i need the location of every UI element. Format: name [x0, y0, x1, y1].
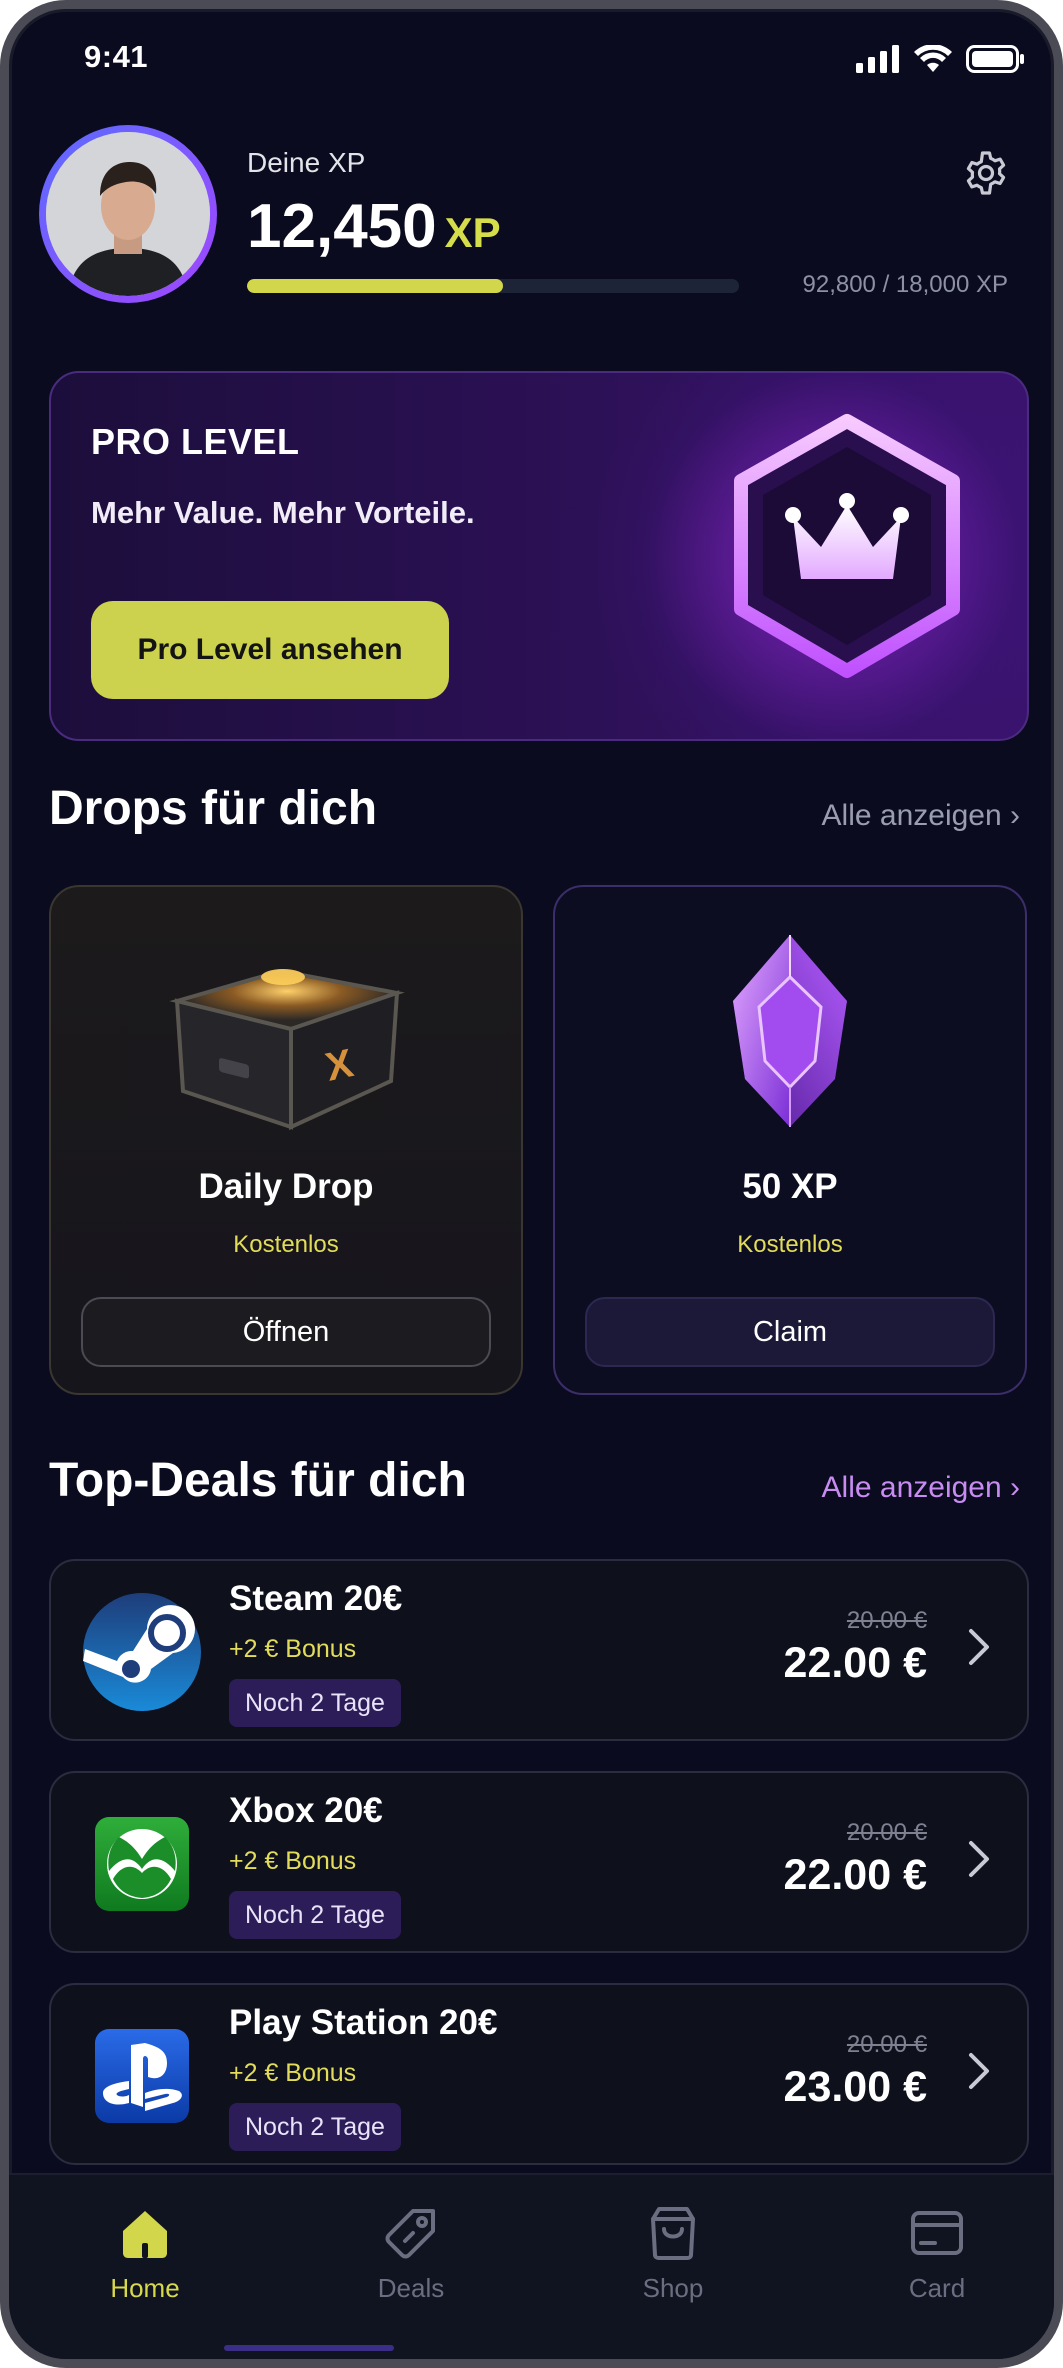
deal-price: 22.00 € — [783, 1639, 927, 1687]
deal-name: Play Station 20€ — [229, 2003, 498, 2042]
deal-time-badge: Noch 2 Tage — [229, 2103, 401, 2151]
drop-title: Daily Drop — [198, 1167, 374, 1206]
tag-icon — [385, 2209, 435, 2259]
deals-section-title: Top-Deals für dich — [49, 1454, 467, 1507]
deal-row-steam[interactable]: Steam 20€ +2 € Bonus Noch 2 Tage 20.00 €… — [49, 1559, 1029, 1741]
deal-old-price: 20.00 € — [846, 1607, 927, 1634]
deal-old-price: 20.00 € — [846, 1819, 927, 1846]
open-drop-button[interactable]: Öffnen — [81, 1297, 491, 1367]
deal-bonus: +2 € Bonus — [229, 2059, 357, 2087]
pro-level-title: PRO LEVEL — [91, 421, 300, 462]
nav-label: Home — [110, 2273, 180, 2303]
pro-level-button[interactable]: Pro Level ansehen — [91, 601, 449, 699]
battery-icon — [966, 45, 1024, 73]
drop-subtitle: Kostenlos — [233, 1231, 339, 1258]
phone-screen: 9:41 Deine XP 12,450 XP 92,800 / 18,000 … — [0, 0, 1063, 2368]
deal-row-xbox[interactable]: Xbox 20€ +2 € Bonus Noch 2 Tage 20.00 € … — [49, 1771, 1029, 1953]
nav-label: Shop — [642, 2273, 704, 2303]
profile-avatar[interactable] — [39, 125, 217, 303]
xp-unit: XP — [444, 209, 501, 256]
nav-item-deals[interactable]: Deals — [331, 2205, 491, 2304]
chevron-right-icon — [969, 1629, 989, 1665]
nav-item-card[interactable]: Card — [857, 2205, 1017, 2304]
xp-value-row: 12,450 XP — [247, 191, 501, 262]
drops-see-all-link[interactable]: Alle anzeigen › — [822, 799, 1020, 833]
drop-card-daily[interactable]: X Daily Drop Kostenlos Öffnen — [49, 885, 523, 1395]
xp-value: 12,450 — [247, 192, 437, 261]
avatar-photo — [46, 132, 210, 296]
gem-icon — [733, 935, 847, 1127]
xp-progress-text: 92,800 / 18,000 XP — [802, 271, 1009, 298]
xp-progress-bar — [247, 279, 739, 293]
nav-item-shop[interactable]: Shop — [593, 2205, 753, 2304]
chevron-right-icon — [969, 2053, 989, 2089]
cellular-signal-icon — [856, 45, 899, 73]
xp-label: Deine XP — [247, 147, 366, 178]
status-time: 9:41 — [84, 39, 149, 74]
home-indicator — [224, 2345, 394, 2351]
shopping-bag-icon — [651, 2207, 695, 2260]
bottom-nav: Home Deals Shop Card — [9, 2173, 1054, 2359]
playstation-icon — [95, 2029, 189, 2123]
status-bar: 9:41 — [9, 37, 1054, 87]
drop-subtitle: Kostenlos — [737, 1231, 843, 1258]
drops-section-title: Drops für dich — [49, 782, 378, 835]
home-icon — [123, 2211, 167, 2258]
drop-card-xp[interactable]: 50 XP Kostenlos Claim — [553, 885, 1027, 1395]
chevron-right-icon — [969, 1841, 989, 1877]
pro-level-card: PRO LEVEL Mehr Value. Mehr Vorteile. Pro… — [49, 371, 1029, 741]
deal-time-badge: Noch 2 Tage — [229, 1679, 401, 1727]
deal-name: Steam 20€ — [229, 1579, 403, 1618]
wifi-icon — [914, 45, 952, 72]
pro-level-subtitle: Mehr Value. Mehr Vorteile. — [91, 495, 475, 530]
deals-see-all-link[interactable]: Alle anzeigen › — [822, 1471, 1020, 1505]
nav-item-home[interactable]: Home — [65, 2205, 225, 2304]
deal-bonus: +2 € Bonus — [229, 1635, 357, 1663]
deal-old-price: 20.00 € — [846, 2031, 927, 2058]
nav-label: Deals — [377, 2273, 445, 2303]
status-icons — [856, 45, 1024, 73]
steam-icon — [83, 1593, 201, 1711]
deal-bonus: +2 € Bonus — [229, 1847, 357, 1875]
crown-badge-icon — [734, 414, 960, 678]
xp-progress-fill — [247, 279, 503, 293]
nav-label: Card — [908, 2273, 966, 2303]
deal-price: 22.00 € — [783, 1851, 927, 1899]
gear-icon[interactable] — [962, 149, 1010, 197]
card-icon — [911, 2211, 963, 2255]
deal-time-badge: Noch 2 Tage — [229, 1891, 401, 1939]
deal-name: Xbox 20€ — [229, 1791, 383, 1830]
xbox-icon — [95, 1817, 189, 1911]
deal-price: 23.00 € — [783, 2063, 927, 2111]
deal-row-playstation[interactable]: Play Station 20€ +2 € Bonus Noch 2 Tage … — [49, 1983, 1029, 2165]
claim-button[interactable]: Claim — [585, 1297, 995, 1367]
crate-icon: X — [169, 968, 405, 1131]
drop-title: 50 XP — [742, 1167, 838, 1206]
